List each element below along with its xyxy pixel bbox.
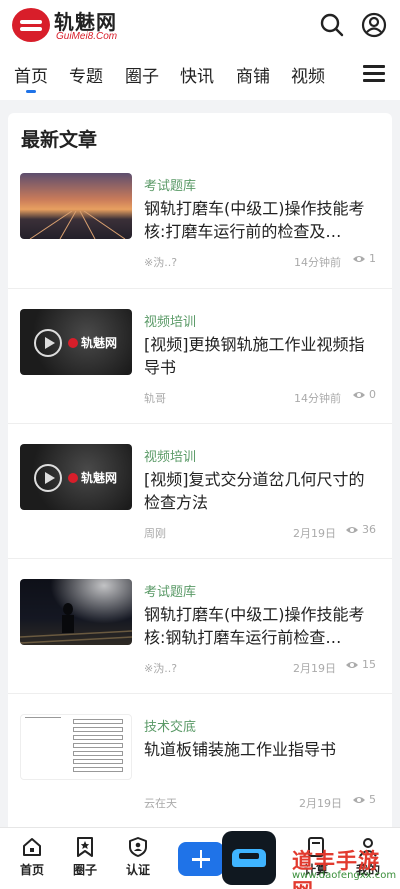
worker-silhouette-image [20,603,132,644]
flowchart-box [73,759,123,764]
logo-emblem [12,8,50,42]
view-count: 36 [362,523,376,536]
article-item[interactable]: 考试题库 钢轨打磨车(中级工)操作技能考核:钢轨打磨车运行前检查… ※沩..? … [8,558,392,693]
shield-user-icon [129,837,147,857]
article-author: 周刚 [144,527,166,540]
tab-shops[interactable]: 商铺 [236,62,270,87]
article-views: 15 [345,658,376,674]
article-thumbnail[interactable] [20,579,132,645]
watermark-app-icon [222,831,276,885]
tab-videos[interactable]: 视频 [291,62,325,87]
watermark-url: www.daofengxx.com [292,870,397,881]
flowchart-box [73,743,123,748]
article-category[interactable]: 视频培训 [144,446,196,465]
bottom-tab-circles[interactable]: 圈子 [63,836,107,878]
eye-icon [346,662,358,668]
article-title[interactable]: 钢轨打磨车(中级工)操作技能考核:打磨车运行前的检查及… [144,197,380,243]
article-views: 5 [352,793,376,809]
view-count: 15 [362,658,376,671]
video-watermark-logo: 轨魅网 [68,469,117,486]
article-time: 14分钟前 [294,392,341,405]
tab-circles[interactable]: 圈子 [125,62,159,87]
eye-icon [353,256,365,262]
bottom-tab-home[interactable]: 首页 [10,836,54,878]
tab-topics[interactable]: 专题 [69,62,103,87]
tab-news-flash[interactable]: 快讯 [180,62,214,87]
site-logo[interactable]: 轨魅网 GuiMei8.Com [12,6,132,44]
latest-articles-card: 最新文章 考试题库 钢轨打磨车(中级工)操作技能考核:打磨车运行前的检查及… ※… [8,113,392,889]
article-time: 14分钟前 [294,256,341,269]
app-header: 轨魅网 GuiMei8.Com 首页 专题 圈子 快讯 商铺 视频 [0,0,400,100]
article-title[interactable]: [视频]更换钢轨施工作业视频指导书 [144,333,380,379]
eye-icon [346,527,358,533]
article-title[interactable]: 钢轨打磨车(中级工)操作技能考核:钢轨打磨车运行前检查… [144,603,380,649]
view-count: 0 [369,388,376,401]
article-title[interactable]: 轨道板铺装施工作业指导书 [144,738,380,761]
bottom-tab-label: 首页 [19,863,44,877]
flowchart-box [73,751,123,756]
watermark-text: 道丰手游网 [292,849,380,889]
article-author: 云在天 [144,797,177,810]
article-category[interactable]: 考试题库 [144,581,196,600]
view-count: 1 [369,252,376,265]
video-thumbnail[interactable]: 轨魅网 [20,309,132,375]
play-icon[interactable] [34,464,62,492]
article-category[interactable]: 考试题库 [144,175,196,194]
article-title[interactable]: [视频]复式交分道岔几何尺寸的检查方法 [144,468,380,514]
view-count: 5 [369,793,376,806]
car-icon [232,849,266,867]
article-author: 轨哥 [144,392,166,405]
logo-subtitle: GuiMei8.Com [56,31,118,42]
create-post-button[interactable] [178,842,224,876]
home-icon [23,838,41,856]
doc-rule [25,717,61,718]
bottom-tab-label: 认证 [125,863,150,877]
article-thumbnail[interactable] [20,173,132,239]
article-time: 2月19日 [299,797,342,810]
menu-icon[interactable] [363,64,387,84]
flowchart-box [73,735,123,740]
rail-tracks-image [29,211,126,239]
article-author: ※沩..? [144,256,178,269]
article-category[interactable]: 视频培训 [144,311,196,330]
article-author: ※沩..? [144,662,178,675]
article-item[interactable]: 考试题库 钢轨打磨车(中级工)操作技能考核:打磨车运行前的检查及… ※沩..? … [8,153,392,288]
user-icon[interactable] [361,12,387,38]
document-thumbnail[interactable] [20,714,132,780]
bottom-tab-label: 圈子 [72,863,97,877]
bottom-tab-verify[interactable]: 认证 [116,836,160,878]
flowchart-box [73,727,123,732]
article-item[interactable]: 轨魅网 视频培训 [视频]更换钢轨施工作业视频指导书 轨哥 14分钟前 0 [8,288,392,423]
article-views: 1 [352,252,376,268]
article-views: 36 [345,523,376,539]
search-icon[interactable] [319,12,345,38]
article-item[interactable]: 技术交底 轨道板铺装施工作业指导书 云在天 2月19日 5 [8,693,392,828]
flowchart-box [73,719,123,724]
eye-icon [353,797,365,803]
flowchart-box [73,767,123,772]
article-item[interactable]: 轨魅网 视频培训 [视频]复式交分道岔几何尺寸的检查方法 周刚 2月19日 36 [8,423,392,558]
article-views: 0 [352,388,376,404]
category-nav: 首页 专题 圈子 快讯 商铺 视频 [0,56,400,94]
article-time: 2月19日 [293,662,336,675]
article-time: 2月19日 [293,527,336,540]
video-thumbnail[interactable]: 轨魅网 [20,444,132,510]
eye-icon [353,392,365,398]
video-watermark-logo: 轨魅网 [68,334,117,351]
article-category[interactable]: 技术交底 [144,716,196,735]
tab-home[interactable]: 首页 [14,62,48,93]
section-title: 最新文章 [21,129,98,151]
play-icon[interactable] [34,329,62,357]
bookmark-star-icon [77,837,93,857]
